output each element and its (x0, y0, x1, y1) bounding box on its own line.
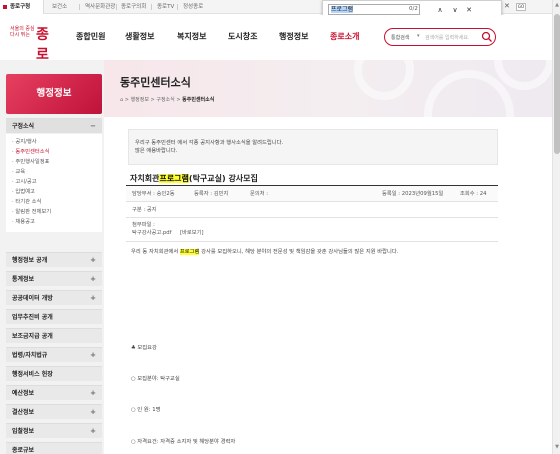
search-icon[interactable] (481, 31, 493, 43)
post-meta: 담당부서 : 숭인2동 등록자 : 김민지 문의처 : 등록일 : 2023년0… (126, 186, 498, 202)
sidebar-group-settlement[interactable]: 결산정보 + (6, 404, 102, 419)
post-author: 등록자 : 김민지 (194, 191, 229, 197)
tab-jongno-tv[interactable]: 종로TV (157, 0, 174, 14)
nav-jongno-intro[interactable]: 종로소개 (330, 31, 359, 42)
close-icon[interactable]: ✕ (504, 2, 510, 10)
post-section-title: ♣ 모집요강 (131, 345, 157, 351)
home-icon[interactable]: ⌂ (120, 97, 123, 103)
page-banner: 동주민센터소식 ⌂ > 행정정보 > 구정소식 > 동주민센터소식 (104, 60, 552, 117)
plus-icon: + (90, 294, 96, 302)
left-sidebar: 행정정보 구정소식 − · 공지/행사 · 동주민센터소식 · 주민행사일정표 ·… (0, 60, 104, 454)
attachment-preview-link[interactable]: [바로보기] (180, 230, 204, 236)
breadcrumb-item[interactable]: 행정정보 (131, 97, 149, 103)
go-button[interactable]: GO (516, 3, 526, 11)
tab-jeongseong-jongno[interactable]: 정성종로 (183, 0, 203, 14)
notice-box: 우리구 동주민센터 에서 각종 공지사항과 행사소식을 알려드립니다. 많은 애… (128, 129, 498, 165)
plus-icon: + (90, 408, 96, 416)
page-scrollbar[interactable]: ▲ ▼ (552, 0, 560, 454)
sidebar-group-expense[interactable]: 업무추진비 공개 (6, 309, 102, 324)
post-item: ○ 모집분야: 탁구교실 (131, 376, 180, 382)
post-category-row: 구분 : 공지 (126, 202, 498, 218)
breadcrumb: ⌂ > 행정정보 > 구정소식 > 동주민센터소식 (120, 97, 215, 103)
sidebar-item-community-center-news[interactable]: · 동주민센터소식 (12, 147, 102, 157)
tab-jongno-gu-office[interactable]: 종로구청 (0, 0, 44, 14)
breadcrumb-current: 동주민센터소식 (182, 97, 215, 103)
post-attachment-row: 첨부파일 : 탁구강사공고.pdf [바로보기] (126, 218, 498, 242)
sidebar-item-event-schedule[interactable]: · 주민행사일정표 (12, 157, 102, 167)
sidebar-group-news[interactable]: 구정소식 − (6, 118, 102, 133)
post-contact: 문의처 : (250, 191, 269, 197)
search-box: 통합검색 ▾ 검색어를 입력하세요. (384, 28, 496, 46)
sidebar-item-announcement[interactable]: · 고시/공고 (12, 177, 102, 187)
post-dept: 담당부서 : 숭인2동 (132, 191, 175, 197)
find-highlight: 프로그램 (159, 174, 189, 183)
search-input[interactable]: 검색어를 입력하세요. (425, 34, 470, 41)
post-intro: 우리 동 자치회관에서 프로그램 강사를 모집하오니, 해당 분야의 전문성 및… (131, 249, 399, 255)
nav-welfare-info[interactable]: 복지정보 (177, 31, 206, 42)
page-title: 동주민센터소식 (120, 76, 191, 89)
tab-health-center[interactable]: 보건소 (52, 0, 67, 14)
nav-admin-info[interactable]: 행정정보 (279, 31, 308, 42)
sidebar-title: 행정정보 (6, 74, 102, 114)
sidebar-group-service-charter[interactable]: 행정서비스 헌장 (6, 366, 102, 381)
post-item: ○ 인 원: 1명 (131, 407, 161, 413)
post-item: ○ 자격요건: 자격증 소지자 및 해당분야 경력자 (131, 439, 236, 445)
site-header: 서울의 중심 다시 뛰는 종로 종합민원 생활정보 복지정보 도시창조 행정정보… (0, 15, 552, 63)
sidebar-item-notice[interactable]: · 공지/행사 (12, 137, 102, 147)
find-input[interactable]: 프로그램 (328, 4, 420, 15)
plus-icon: + (90, 427, 96, 435)
sidebar-item-legislation[interactable]: · 입법예고 (12, 187, 102, 197)
plus-icon: + (90, 275, 96, 283)
plus-icon: + (90, 256, 96, 264)
tab-history-culture[interactable]: 역사문화관광 (85, 0, 115, 14)
nav-general-civil[interactable]: 종합민원 (76, 31, 105, 42)
plus-icon: + (90, 351, 96, 359)
sidebar-group-gazette[interactable]: 종로규보 (6, 442, 102, 454)
home-icon (3, 5, 7, 9)
sidebar-group-bidding[interactable]: 입찰정보 + (6, 423, 102, 438)
find-match-count: 0/2 (409, 6, 418, 12)
attachment-file-link[interactable]: 탁구강사공고.pdf (132, 230, 172, 236)
minus-icon: − (90, 122, 96, 130)
sidebar-item-notice-board[interactable]: · 알림판 전체보기 (12, 207, 102, 217)
scroll-down-icon[interactable]: ▼ (554, 444, 560, 450)
sidebar-submenu: · 공지/행사 · 동주민센터소식 · 주민행사일정표 · 교육 · 고시/공고… (6, 134, 102, 232)
post-views: 조회수 : 24 (460, 191, 487, 197)
breadcrumb-item[interactable]: 구정소식 (156, 97, 174, 103)
sidebar-group-open-data[interactable]: 공공데이터 개방 + (6, 290, 102, 305)
sidebar-group-admin-disclosure[interactable]: 행정정보 공개 + (6, 252, 102, 267)
scroll-up-icon[interactable]: ▲ (554, 2, 560, 8)
sidebar-group-subsidy[interactable]: 보조금지급 공개 (6, 328, 102, 343)
chevron-down-icon: ▾ (417, 33, 420, 39)
post-date: 등록일 : 2023년09월15일 (382, 191, 444, 197)
sidebar-group-budget[interactable]: 예산정보 + (6, 385, 102, 400)
search-scope-select[interactable]: 통합검색 (391, 34, 409, 41)
post-title: 자치회관프로그램(탁구교실) 강사모집 (130, 174, 258, 183)
nav-urban-creation[interactable]: 도시창조 (228, 31, 257, 42)
sidebar-item-recruitment[interactable]: · 채용공고 (12, 217, 102, 227)
plus-icon: + (90, 389, 96, 397)
sidebar-group-laws[interactable]: 법령/자치법규 + (6, 347, 102, 362)
scrollbar-thumb[interactable] (554, 14, 560, 154)
sidebar-item-education[interactable]: · 교육 (12, 167, 102, 177)
nav-life-info[interactable]: 생활정보 (125, 31, 154, 42)
find-highlight: 프로그램 (179, 249, 200, 255)
sidebar-item-other-agency[interactable]: · 타기관 소식 (12, 197, 102, 207)
sidebar-group-statistics[interactable]: 통계정보 + (6, 271, 102, 286)
tab-council[interactable]: 종로구의회 (121, 0, 146, 14)
